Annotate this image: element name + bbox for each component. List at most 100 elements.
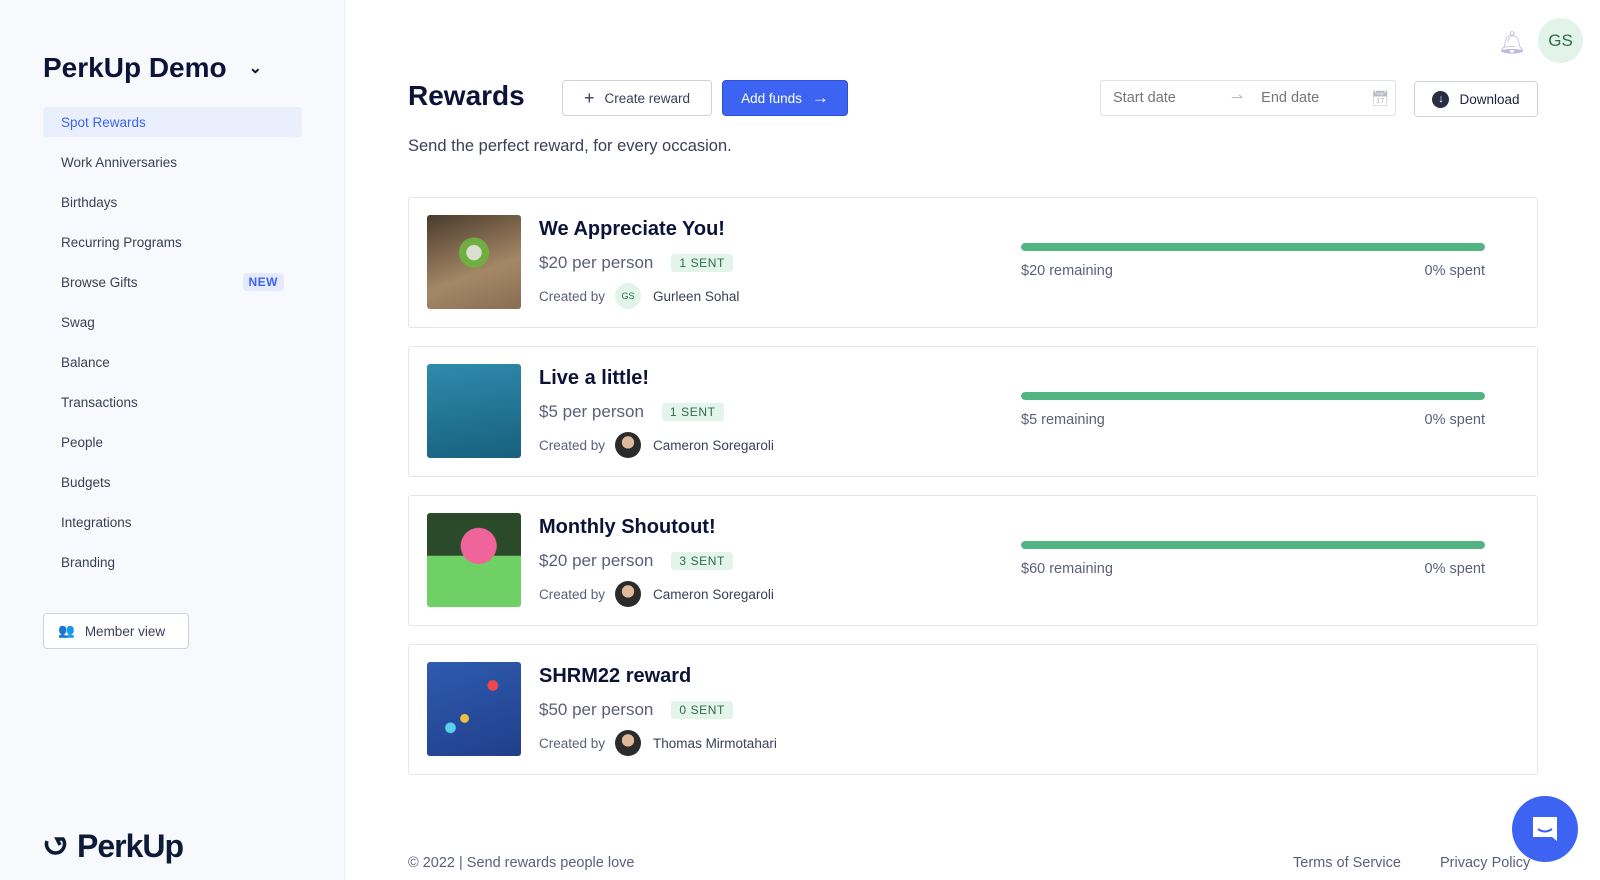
reward-creator: Created by Cameron Soregaroli xyxy=(539,432,774,458)
reward-creator: Created by GS Gurleen Sohal xyxy=(539,283,739,309)
budget-progress-bar xyxy=(1021,541,1485,549)
date-range-picker[interactable]: ⇀ 📅︎ xyxy=(1100,80,1396,116)
perkup-logo-icon xyxy=(44,836,67,855)
reward-card[interactable]: We Appreciate You! $20 per person 1 SENT … xyxy=(408,197,1538,328)
sidebar-item-label: People xyxy=(61,434,104,450)
create-reward-label: Create reward xyxy=(604,90,691,106)
budget-progress-bar xyxy=(1021,243,1485,251)
reward-price-row: $5 per person 1 SENT xyxy=(539,402,724,422)
reward-price-row: $20 per person 1 SENT xyxy=(539,253,733,273)
remaining-amount: $5 remaining xyxy=(1021,412,1105,428)
reward-image xyxy=(427,364,521,458)
sidebar-item-branding[interactable]: Branding xyxy=(43,547,302,577)
spent-percent: 0% spent xyxy=(1424,412,1485,428)
reward-price: $20 per person xyxy=(539,551,654,570)
new-badge: NEW xyxy=(242,273,284,291)
org-name: PerkUp Demo xyxy=(43,52,227,83)
sidebar-item-budgets[interactable]: Budgets xyxy=(43,467,302,497)
creator-avatar xyxy=(615,730,642,756)
reward-title: We Appreciate You! xyxy=(539,218,725,240)
sidebar-item-label: Swag xyxy=(61,314,95,330)
sidebar-item-people[interactable]: People xyxy=(43,427,302,457)
sidebar-item-label: Balance xyxy=(61,354,110,370)
member-view-button[interactable]: 👥 Member view xyxy=(43,613,189,649)
logo-text: PerkUp xyxy=(77,828,184,864)
reward-title: SHRM22 reward xyxy=(539,665,692,687)
chat-icon xyxy=(1533,817,1557,841)
remaining-amount: $20 remaining xyxy=(1021,263,1113,279)
arrow-right-icon: → xyxy=(811,88,829,107)
reward-card[interactable]: Live a little! $5 per person 1 SENT Creat… xyxy=(408,346,1538,477)
chat-launcher-button[interactable] xyxy=(1512,796,1578,862)
created-by-label: Created by xyxy=(539,288,606,304)
end-date-input[interactable] xyxy=(1261,90,1372,106)
reward-title: Live a little! xyxy=(539,367,650,389)
download-button[interactable]: ↓ Download xyxy=(1414,81,1538,117)
created-by-label: Created by xyxy=(539,437,606,453)
sidebar-item-recurring-programs[interactable]: Recurring Programs xyxy=(43,227,302,257)
create-reward-button[interactable]: + Create reward xyxy=(562,80,712,116)
org-switcher[interactable]: PerkUp Demo ⌄ xyxy=(43,52,262,84)
reward-image xyxy=(427,662,521,756)
add-funds-button[interactable]: Add funds → xyxy=(722,80,848,116)
sidebar-item-label: Work Anniversaries xyxy=(61,154,178,170)
sent-badge: 3 SENT xyxy=(671,552,733,570)
creator-avatar: GS xyxy=(615,283,642,309)
avatar[interactable]: GS xyxy=(1538,18,1583,63)
privacy-link[interactable]: Privacy Policy xyxy=(1440,855,1530,871)
sidebar-item-transactions[interactable]: Transactions xyxy=(43,387,302,417)
sidebar-item-spot-rewards[interactable]: Spot Rewards xyxy=(43,107,302,137)
users-icon: 👥 xyxy=(58,623,75,638)
sidebar-item-label: Integrations xyxy=(61,514,132,530)
chevron-down-icon: ⌄ xyxy=(248,60,263,77)
creator-name: Thomas Mirmotahari xyxy=(653,735,777,751)
reward-price-row: $20 per person 3 SENT xyxy=(539,551,733,571)
creator-avatar xyxy=(615,432,642,458)
creator-name: Cameron Soregaroli xyxy=(653,586,774,602)
member-view-label: Member view xyxy=(84,623,166,639)
page-title: Rewards xyxy=(408,80,525,111)
page-subtitle: Send the perfect reward, for every occas… xyxy=(408,137,732,155)
reward-price: $50 per person xyxy=(539,700,654,719)
spent-percent: 0% spent xyxy=(1424,263,1485,279)
sidebar-item-label: Recurring Programs xyxy=(61,234,182,250)
created-by-label: Created by xyxy=(539,735,606,751)
sidebar-item-birthdays[interactable]: Birthdays xyxy=(43,187,302,217)
sidebar-item-label: Transactions xyxy=(61,394,138,410)
reward-price: $20 per person xyxy=(539,253,654,272)
progress-fill xyxy=(1021,541,1485,549)
reward-creator: Created by Thomas Mirmotahari xyxy=(539,730,777,756)
sidebar-item-label: Birthdays xyxy=(61,194,118,210)
sidebar-item-label: Browse Gifts xyxy=(61,274,138,290)
perkup-logo: PerkUp xyxy=(43,828,184,865)
reward-title: Monthly Shoutout! xyxy=(539,516,716,538)
sidebar-item-integrations[interactable]: Integrations xyxy=(43,507,302,537)
reward-price-row: $50 per person 0 SENT xyxy=(539,700,733,720)
sent-badge: 0 SENT xyxy=(671,701,733,719)
reward-image xyxy=(427,215,521,309)
reward-creator: Created by Cameron Soregaroli xyxy=(539,581,774,607)
start-date-input[interactable] xyxy=(1113,90,1223,106)
sent-badge: 1 SENT xyxy=(671,254,733,272)
bell-icon[interactable]: 🔔︎ xyxy=(1498,30,1526,56)
terms-link[interactable]: Terms of Service xyxy=(1293,855,1401,871)
reward-image xyxy=(427,513,521,607)
spent-percent: 0% spent xyxy=(1424,561,1485,577)
progress-fill xyxy=(1021,243,1485,251)
calendar-icon: 📅︎ xyxy=(1371,90,1390,107)
sidebar-item-label: Budgets xyxy=(61,474,111,490)
sidebar-nav: Spot Rewards Work Anniversaries Birthday… xyxy=(43,107,302,587)
download-icon: ↓ xyxy=(1432,90,1450,108)
reward-card[interactable]: Monthly Shoutout! $20 per person 3 SENT C… xyxy=(408,495,1538,626)
creator-name: Cameron Soregaroli xyxy=(653,437,774,453)
creator-avatar xyxy=(615,581,642,607)
reward-card[interactable]: SHRM22 reward $50 per person 0 SENT Creat… xyxy=(408,644,1538,775)
remaining-amount: $60 remaining xyxy=(1021,561,1113,577)
sidebar-item-browse-gifts[interactable]: Browse Gifts NEW xyxy=(43,267,302,297)
sent-badge: 1 SENT xyxy=(661,403,724,421)
sidebar-item-work-anniversaries[interactable]: Work Anniversaries xyxy=(43,147,302,177)
created-by-label: Created by xyxy=(539,586,606,602)
sidebar-item-balance[interactable]: Balance xyxy=(43,347,302,377)
sidebar-item-swag[interactable]: Swag xyxy=(43,307,302,337)
add-funds-label: Add funds xyxy=(741,90,802,106)
